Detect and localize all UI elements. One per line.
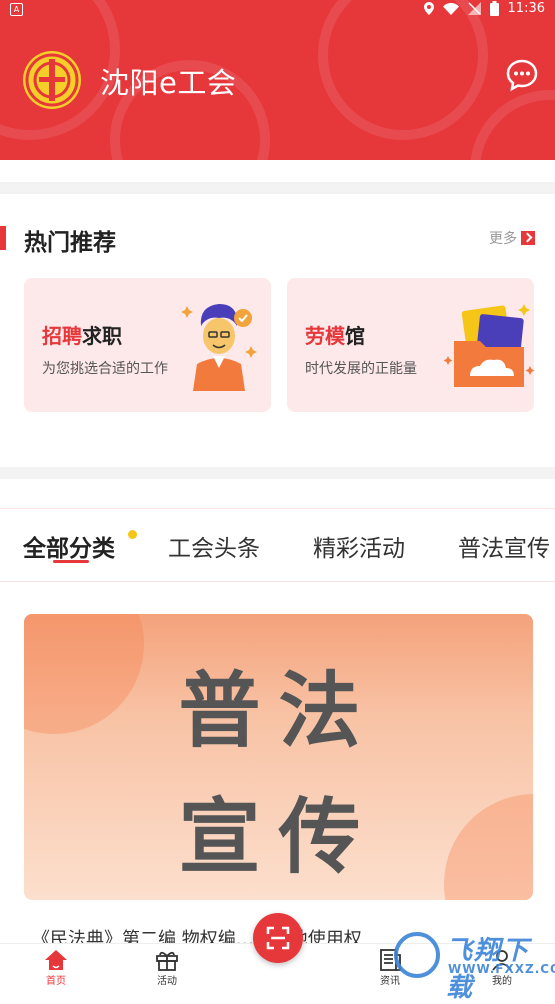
nav-home[interactable]: 首页 bbox=[26, 944, 86, 990]
watermark: 飞翔下载 WWW.FXXZ.COM bbox=[388, 928, 555, 1003]
banner-line-1: 普法 bbox=[178, 664, 379, 759]
tab-all[interactable]: 全部分类 bbox=[23, 529, 115, 563]
worker-avatar-icon bbox=[181, 296, 261, 396]
app-title: 沈阳e工会 bbox=[100, 66, 237, 100]
photo-folder-icon bbox=[443, 296, 535, 396]
clock: 11:36 bbox=[507, 1, 545, 16]
section-divider bbox=[0, 467, 555, 479]
card-title-rest: 馆 bbox=[345, 324, 365, 348]
location-icon bbox=[423, 2, 434, 15]
header-decoration bbox=[318, 0, 488, 140]
nav-activities[interactable]: 活动 bbox=[137, 944, 197, 990]
nav-label: 首页 bbox=[46, 976, 66, 987]
card-title-rest: 求职 bbox=[82, 324, 122, 348]
gift-icon bbox=[156, 951, 178, 971]
card-title-highlight: 劳模 bbox=[305, 324, 345, 348]
hot-section-title: 热门推荐 bbox=[24, 230, 116, 256]
card-subtitle: 为您挑选合适的工作 bbox=[42, 361, 168, 377]
card-title: 劳模馆 bbox=[305, 320, 365, 349]
no-signal-icon bbox=[467, 2, 481, 15]
arrow-right-icon bbox=[521, 231, 535, 245]
status-bar: A 11:36 bbox=[0, 0, 555, 20]
watermark-url: WWW.FXXZ.COM bbox=[448, 962, 555, 976]
card-title: 招聘求职 bbox=[42, 320, 122, 349]
nav-label: 活动 bbox=[157, 976, 177, 987]
union-logo-icon bbox=[23, 51, 81, 109]
active-tab-indicator bbox=[53, 560, 89, 563]
section-accent-bar bbox=[0, 226, 6, 250]
wifi-icon bbox=[442, 2, 459, 15]
card-model-workers[interactable]: 劳模馆 时代发展的正能量 bbox=[287, 278, 535, 412]
banner-image[interactable]: 普法 宣传 bbox=[24, 614, 533, 900]
category-tabs: 全部分类 工会头条 精彩活动 普法宣传 bbox=[0, 508, 555, 582]
header-decoration bbox=[470, 90, 555, 160]
section-divider bbox=[0, 182, 555, 194]
notification-badge: A bbox=[10, 3, 23, 16]
tab-activities[interactable]: 精彩活动 bbox=[313, 529, 405, 563]
more-link[interactable]: 更多 bbox=[489, 228, 535, 248]
battery-icon bbox=[489, 1, 499, 16]
tab-notification-dot bbox=[128, 530, 137, 539]
card-recruitment[interactable]: 招聘求职 为您挑选合适的工作 bbox=[24, 278, 271, 412]
hot-section-header: 热门推荐 更多 bbox=[0, 220, 555, 260]
status-icons: 11:36 bbox=[423, 1, 545, 16]
scan-icon bbox=[266, 926, 290, 950]
chat-icon[interactable] bbox=[505, 58, 539, 92]
card-title-highlight: 招聘 bbox=[42, 324, 82, 348]
banner-line-2: 宣传 bbox=[178, 790, 379, 885]
scan-button[interactable] bbox=[253, 913, 303, 963]
more-label: 更多 bbox=[489, 231, 517, 247]
watermark-logo-icon bbox=[394, 932, 440, 978]
app-header: A 11:36 沈阳e工会 bbox=[0, 0, 555, 160]
card-subtitle: 时代发展的正能量 bbox=[305, 361, 417, 377]
tab-law-promotion[interactable]: 普法宣传 bbox=[458, 529, 550, 563]
tab-union-headlines[interactable]: 工会头条 bbox=[168, 529, 260, 563]
home-icon bbox=[45, 950, 67, 970]
